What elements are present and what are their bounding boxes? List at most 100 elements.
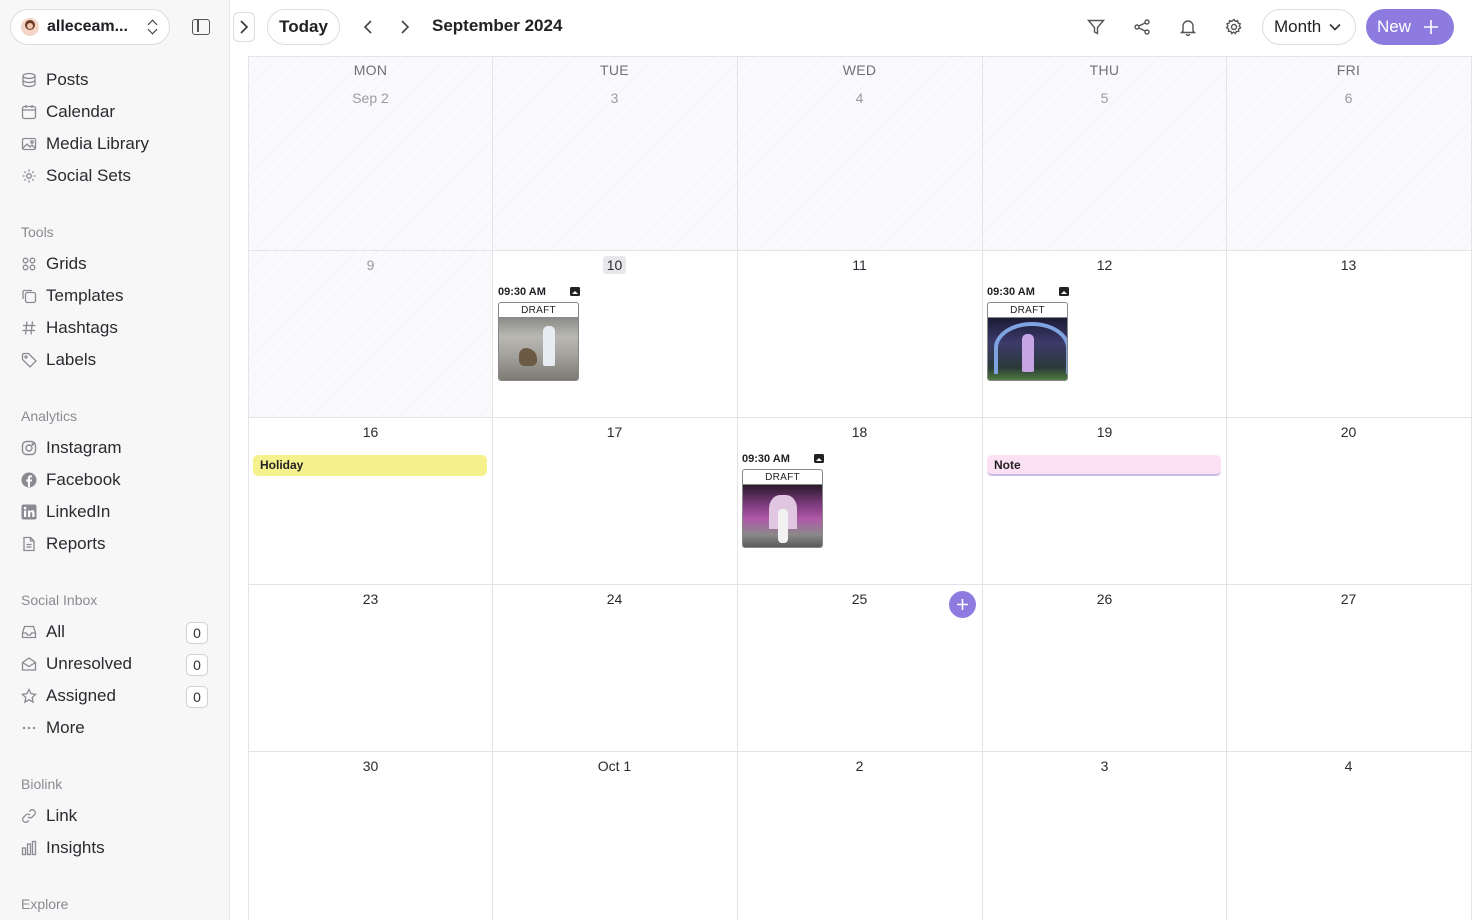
day-number[interactable]: 2	[737, 758, 982, 774]
scheduled-post[interactable]: 09:30 AM DRAFT	[498, 285, 580, 381]
filter-button[interactable]	[1086, 17, 1106, 37]
day-number[interactable]: 4	[737, 90, 982, 106]
avatar	[21, 18, 39, 36]
weekday-header: TUE	[600, 62, 629, 78]
sidebar-item-linkedin[interactable]: LinkedIn	[0, 496, 230, 528]
day-number[interactable]: 9	[248, 257, 493, 273]
chevron-right-icon	[240, 20, 249, 34]
day-number[interactable]: 27	[1226, 591, 1471, 607]
sidebar-item-templates[interactable]: Templates	[0, 280, 230, 312]
day-number-today[interactable]: 10	[492, 256, 737, 274]
inbox-nav: All 0 Unresolved 0 Assigned 0 More	[0, 616, 230, 744]
sidebar-item-assigned[interactable]: Assigned 0	[0, 680, 230, 712]
day-number[interactable]: 4	[1226, 758, 1471, 774]
image-post-icon	[814, 454, 824, 463]
sidebar-item-label: Calendar	[46, 102, 115, 121]
scheduled-post[interactable]: 09:30 AM DRAFT	[742, 452, 824, 548]
sidebar-item-media-library[interactable]: Media Library	[0, 128, 230, 160]
day-number[interactable]: 17	[492, 424, 737, 440]
grid-line	[248, 417, 1472, 418]
day-number[interactable]: 13	[1226, 257, 1471, 273]
sidebar-item-label: Social Sets	[46, 166, 132, 185]
view-select[interactable]: Month	[1262, 9, 1356, 45]
prev-month-button[interactable]	[357, 16, 379, 38]
note-event[interactable]: Note	[987, 455, 1221, 476]
holiday-event[interactable]: Holiday	[253, 455, 487, 476]
expand-panel-button[interactable]	[233, 12, 255, 42]
biolink-nav: Link Insights	[0, 800, 230, 864]
add-post-button[interactable]	[949, 591, 976, 618]
day-number[interactable]: 12	[982, 257, 1227, 273]
grid-line	[248, 584, 1472, 585]
day-number[interactable]: 3	[982, 758, 1227, 774]
sidebar-item-label: More	[46, 718, 85, 737]
post-time: 09:30 AM	[498, 285, 546, 298]
day-number[interactable]: 26	[982, 591, 1227, 607]
day-number[interactable]: 18	[737, 424, 982, 440]
day-number[interactable]: 16	[248, 424, 493, 440]
calendar-icon	[21, 104, 37, 120]
day-number[interactable]: 3	[492, 90, 737, 106]
bar-chart-icon	[21, 840, 37, 856]
sidebar-item-insights[interactable]: Insights	[0, 832, 230, 864]
sidebar-item-instagram[interactable]: Instagram	[0, 432, 230, 464]
share-icon	[1134, 19, 1150, 35]
grid-line	[248, 56, 1472, 57]
filter-icon	[1087, 19, 1105, 35]
grid-line	[492, 56, 493, 920]
chevron-right-icon	[401, 20, 410, 34]
day-number[interactable]: 11	[737, 257, 982, 273]
sidebar-item-all[interactable]: All 0	[0, 616, 230, 648]
sidebar-item-calendar[interactable]: Calendar	[0, 96, 230, 128]
ellipsis-icon	[21, 720, 37, 736]
draft-label: DRAFT	[743, 470, 822, 485]
account-switcher[interactable]: alleceam...	[10, 9, 170, 45]
plus-icon	[1424, 20, 1439, 34]
day-number[interactable]: Oct 1	[492, 758, 737, 774]
scheduled-post[interactable]: 09:30 AM DRAFT	[987, 285, 1069, 381]
day-number[interactable]: 24	[492, 591, 737, 607]
sidebar-item-hashtags[interactable]: Hashtags	[0, 312, 230, 344]
sidebar-item-facebook[interactable]: Facebook	[0, 464, 230, 496]
today-highlight: 10	[602, 256, 627, 274]
share-button[interactable]	[1132, 17, 1152, 37]
post-card[interactable]: DRAFT	[498, 302, 579, 381]
section-title-explore: Explore	[21, 896, 69, 912]
sidebar-item-link[interactable]: Link	[0, 800, 230, 832]
chevron-left-icon	[363, 20, 372, 34]
next-month-button[interactable]	[394, 16, 416, 38]
instagram-icon	[21, 440, 37, 456]
settings-button[interactable]	[1224, 17, 1244, 37]
post-thumbnail	[988, 318, 1067, 380]
today-button[interactable]: Today	[267, 9, 340, 45]
sidebar-item-posts[interactable]: Posts	[0, 64, 230, 96]
day-number[interactable]: 19	[982, 424, 1227, 440]
sidebar-toggle-icon[interactable]	[192, 19, 210, 35]
grid-line	[982, 56, 983, 920]
sidebar-item-label: Reports	[46, 534, 106, 553]
day-number[interactable]: 5	[982, 90, 1227, 106]
star-icon	[21, 688, 37, 704]
sidebar-item-label: Instagram	[46, 438, 122, 457]
sidebar-item-reports[interactable]: Reports	[0, 528, 230, 560]
day-number[interactable]: 25	[737, 591, 982, 607]
post-card[interactable]: DRAFT	[742, 469, 823, 548]
sidebar-item-label: LinkedIn	[46, 502, 111, 521]
day-number[interactable]: 30	[248, 758, 493, 774]
day-number[interactable]: 20	[1226, 424, 1471, 440]
day-number[interactable]: 23	[248, 591, 493, 607]
day-number[interactable]: 6	[1226, 90, 1471, 106]
main-nav: Posts Calendar Media Library Social Sets	[0, 64, 230, 192]
sidebar-item-social-sets[interactable]: Social Sets	[0, 160, 230, 192]
sidebar-item-more[interactable]: More	[0, 712, 230, 744]
tag-icon	[21, 352, 37, 368]
document-icon	[21, 536, 37, 552]
day-number[interactable]: Sep 2	[248, 90, 493, 106]
sidebar-item-labels[interactable]: Labels	[0, 344, 230, 376]
notifications-button[interactable]	[1178, 17, 1198, 37]
sidebar: alleceam... Posts Calendar Media Library	[0, 0, 230, 920]
new-post-button[interactable]: New	[1366, 9, 1454, 45]
post-card[interactable]: DRAFT	[987, 302, 1068, 381]
sidebar-item-unresolved[interactable]: Unresolved 0	[0, 648, 230, 680]
sidebar-item-grids[interactable]: Grids	[0, 248, 230, 280]
